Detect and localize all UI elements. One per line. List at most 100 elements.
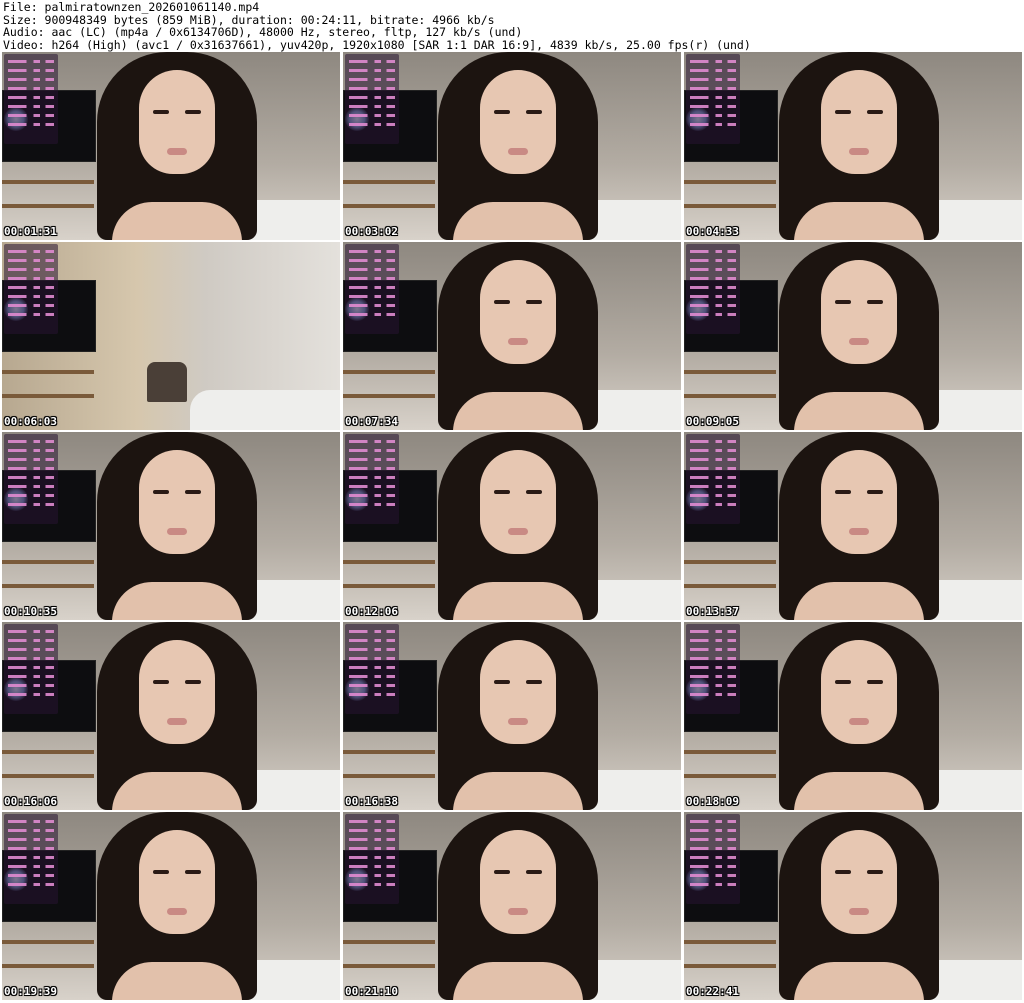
lips bbox=[849, 718, 869, 725]
person bbox=[97, 52, 257, 240]
thumbnail-timestamp: 00:22:41 bbox=[686, 985, 739, 998]
eye bbox=[526, 680, 542, 684]
video-thumbnail: 00:03:02 bbox=[343, 52, 681, 240]
video-thumbnail: 00:21:10 bbox=[343, 812, 681, 1000]
video-thumbnail: 00:19:39 bbox=[2, 812, 340, 1000]
wall-shelf bbox=[343, 584, 435, 588]
shoulders bbox=[794, 582, 924, 620]
eye bbox=[185, 870, 201, 874]
shoulders bbox=[112, 962, 242, 1000]
video-line: Video: h264 (High) (avc1 / 0x31637661), … bbox=[3, 37, 751, 52]
shoulders bbox=[112, 202, 242, 240]
wall-shelf bbox=[684, 584, 776, 588]
eye bbox=[835, 490, 851, 494]
thumbnail-timestamp: 00:07:34 bbox=[345, 415, 398, 428]
wall-shelf bbox=[343, 370, 435, 374]
stream-overlay-panel bbox=[345, 434, 399, 524]
wall-shelf bbox=[684, 180, 776, 184]
video-thumbnail: 00:06:03 bbox=[2, 242, 340, 430]
thumbnail-timestamp: 00:12:06 bbox=[345, 605, 398, 618]
person bbox=[438, 52, 598, 240]
video-thumbnail: 00:18:09 bbox=[684, 622, 1022, 810]
wall-shelf bbox=[2, 584, 94, 588]
thumbnail-timestamp: 00:18:09 bbox=[686, 795, 739, 808]
shoulders bbox=[453, 962, 583, 1000]
face bbox=[480, 260, 556, 364]
thumbnail-timestamp: 00:16:06 bbox=[4, 795, 57, 808]
wall-shelf bbox=[343, 940, 435, 944]
stream-overlay-panel bbox=[345, 624, 399, 714]
lips bbox=[508, 718, 528, 725]
eye bbox=[185, 110, 201, 114]
eye bbox=[153, 680, 169, 684]
eye bbox=[494, 680, 510, 684]
eye bbox=[185, 490, 201, 494]
face bbox=[139, 640, 215, 744]
stream-overlay-panel bbox=[4, 54, 58, 144]
thumbnail-timestamp: 00:19:39 bbox=[4, 985, 57, 998]
file-info-header: File: palmiratownzen_202601061140.mp4 Si… bbox=[3, 1, 1021, 51]
video-thumbnail: 00:16:06 bbox=[2, 622, 340, 810]
person bbox=[779, 52, 939, 240]
wall-shelf bbox=[2, 940, 94, 944]
lips bbox=[849, 908, 869, 915]
video-thumbnail: 00:16:38 bbox=[343, 622, 681, 810]
video-thumbnail: 00:12:06 bbox=[343, 432, 681, 620]
face bbox=[480, 70, 556, 174]
shoulders bbox=[794, 202, 924, 240]
eye bbox=[494, 110, 510, 114]
eye bbox=[153, 110, 169, 114]
eye bbox=[526, 490, 542, 494]
video-thumbnail: 00:13:37 bbox=[684, 432, 1022, 620]
wall-shelf bbox=[343, 180, 435, 184]
lips bbox=[508, 908, 528, 915]
wall-shelf bbox=[2, 394, 94, 398]
wall-shelf bbox=[2, 204, 94, 208]
shoulders bbox=[453, 392, 583, 430]
person bbox=[97, 432, 257, 620]
bed-pillow bbox=[190, 390, 340, 430]
wall-shelf bbox=[684, 774, 776, 778]
face bbox=[480, 640, 556, 744]
eye bbox=[494, 300, 510, 304]
shoulders bbox=[794, 392, 924, 430]
eye bbox=[867, 870, 883, 874]
lips bbox=[849, 528, 869, 535]
person bbox=[438, 242, 598, 430]
chair bbox=[147, 362, 187, 402]
eye bbox=[867, 680, 883, 684]
video-thumbnail: 00:01:31 bbox=[2, 52, 340, 240]
stream-overlay-panel bbox=[345, 814, 399, 904]
wall-shelf bbox=[2, 750, 94, 754]
wall-shelf bbox=[684, 964, 776, 968]
face bbox=[139, 450, 215, 554]
lips bbox=[849, 338, 869, 345]
shoulders bbox=[453, 772, 583, 810]
video-thumbnail: 00:09:05 bbox=[684, 242, 1022, 430]
lips bbox=[508, 148, 528, 155]
face bbox=[821, 450, 897, 554]
wall-shelf bbox=[684, 750, 776, 754]
face bbox=[821, 830, 897, 934]
wall-shelf bbox=[684, 560, 776, 564]
lips bbox=[508, 528, 528, 535]
wall-shelf bbox=[343, 750, 435, 754]
thumbnail-timestamp: 00:04:33 bbox=[686, 225, 739, 238]
audio-line: Audio: aac (LC) (mp4a / 0x6134706D), 480… bbox=[3, 25, 523, 39]
wall-shelf bbox=[343, 204, 435, 208]
person bbox=[438, 622, 598, 810]
lips bbox=[167, 908, 187, 915]
stream-overlay-panel bbox=[4, 624, 58, 714]
stream-overlay-panel bbox=[4, 434, 58, 524]
eye bbox=[867, 110, 883, 114]
eye bbox=[153, 490, 169, 494]
wall-shelf bbox=[343, 560, 435, 564]
wall-shelf bbox=[2, 180, 94, 184]
wall-shelf bbox=[684, 204, 776, 208]
thumbnail-timestamp: 00:13:37 bbox=[686, 605, 739, 618]
eye bbox=[153, 870, 169, 874]
stream-overlay-panel bbox=[4, 244, 58, 334]
face bbox=[139, 830, 215, 934]
wall-shelf bbox=[2, 370, 94, 374]
shoulders bbox=[112, 582, 242, 620]
